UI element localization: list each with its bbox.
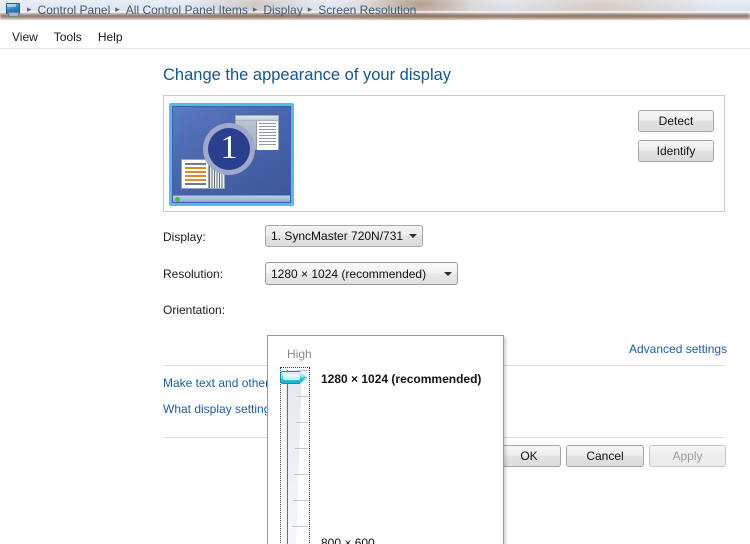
chevron-down-icon bbox=[404, 234, 422, 238]
monitor-number-badge: 1 bbox=[203, 123, 255, 175]
display-select[interactable]: 1. SyncMaster 720N/731N bbox=[265, 225, 423, 247]
resolution-label: Resolution: bbox=[163, 267, 224, 281]
start-orb-icon bbox=[175, 197, 180, 202]
monitor-number-label: 1 bbox=[220, 129, 238, 166]
identify-button[interactable]: Identify bbox=[638, 140, 714, 162]
make-text-larger-link[interactable]: Make text and other bbox=[163, 376, 269, 390]
display-select-value: 1. SyncMaster 720N/731N bbox=[271, 229, 404, 243]
breadcrumb-separator-3: ▸ bbox=[307, 4, 313, 14]
resolution-dropdown-popup: High Low 1280 × 1024 (recomm bbox=[267, 335, 504, 544]
breadcrumb-item-display[interactable]: Display bbox=[261, 2, 304, 18]
menu-item-tools[interactable]: Tools bbox=[46, 28, 90, 46]
desktop-taskbar-strip bbox=[173, 195, 290, 202]
menu-item-help[interactable]: Help bbox=[90, 28, 131, 46]
what-display-settings-link[interactable]: What display setting bbox=[163, 402, 270, 416]
breadcrumb: ▸ Control Panel ▸ All Control Panel Item… bbox=[0, 0, 750, 19]
orientation-label: Orientation: bbox=[163, 303, 226, 317]
menu-item-view[interactable]: View bbox=[4, 28, 46, 46]
breadcrumb-item-screen-resolution[interactable]: Screen Resolution bbox=[316, 2, 418, 18]
resolution-slider-thumb[interactable] bbox=[280, 371, 307, 384]
display-label: Display: bbox=[163, 230, 206, 244]
slider-high-label: High bbox=[287, 347, 312, 361]
screen-resolution-window: ▸ Control Panel ▸ All Control Panel Item… bbox=[0, 0, 750, 544]
resolution-select[interactable]: 1280 × 1024 (recommended) bbox=[265, 262, 458, 285]
cancel-button[interactable]: Cancel bbox=[566, 445, 644, 467]
ok-button[interactable]: OK bbox=[497, 445, 561, 467]
breadcrumb-item-control-panel[interactable]: Control Panel bbox=[36, 2, 113, 18]
page-title: Change the appearance of your display bbox=[163, 66, 452, 84]
page-content: Change the appearance of your display 1 … bbox=[0, 49, 750, 544]
display-monitor-icon bbox=[4, 2, 20, 17]
resolution-option-bottom[interactable]: 800 × 600 bbox=[321, 536, 375, 544]
breadcrumb-separator-2: ▸ bbox=[252, 4, 258, 14]
breadcrumb-separator-0: ▸ bbox=[27, 4, 32, 14]
resolution-select-value: 1280 × 1024 (recommended) bbox=[271, 266, 427, 281]
advanced-settings-link[interactable]: Advanced settings bbox=[629, 342, 727, 356]
breadcrumb-item-all-control-panel-items[interactable]: All Control Panel Items bbox=[124, 2, 250, 18]
breadcrumb-separator-1: ▸ bbox=[115, 4, 120, 14]
apply-button: Apply bbox=[649, 445, 726, 467]
monitor-preview-1[interactable]: 1 bbox=[169, 103, 294, 206]
resolution-option-top[interactable]: 1280 × 1024 (recommended) bbox=[321, 372, 481, 386]
monitor-screen: 1 bbox=[173, 107, 290, 195]
slider-tick-marks bbox=[286, 370, 310, 544]
menu-divider bbox=[0, 48, 750, 49]
chevron-down-icon bbox=[439, 271, 457, 276]
detect-button[interactable]: Detect bbox=[638, 110, 714, 132]
menu-bar: View Tools Help bbox=[0, 26, 750, 48]
